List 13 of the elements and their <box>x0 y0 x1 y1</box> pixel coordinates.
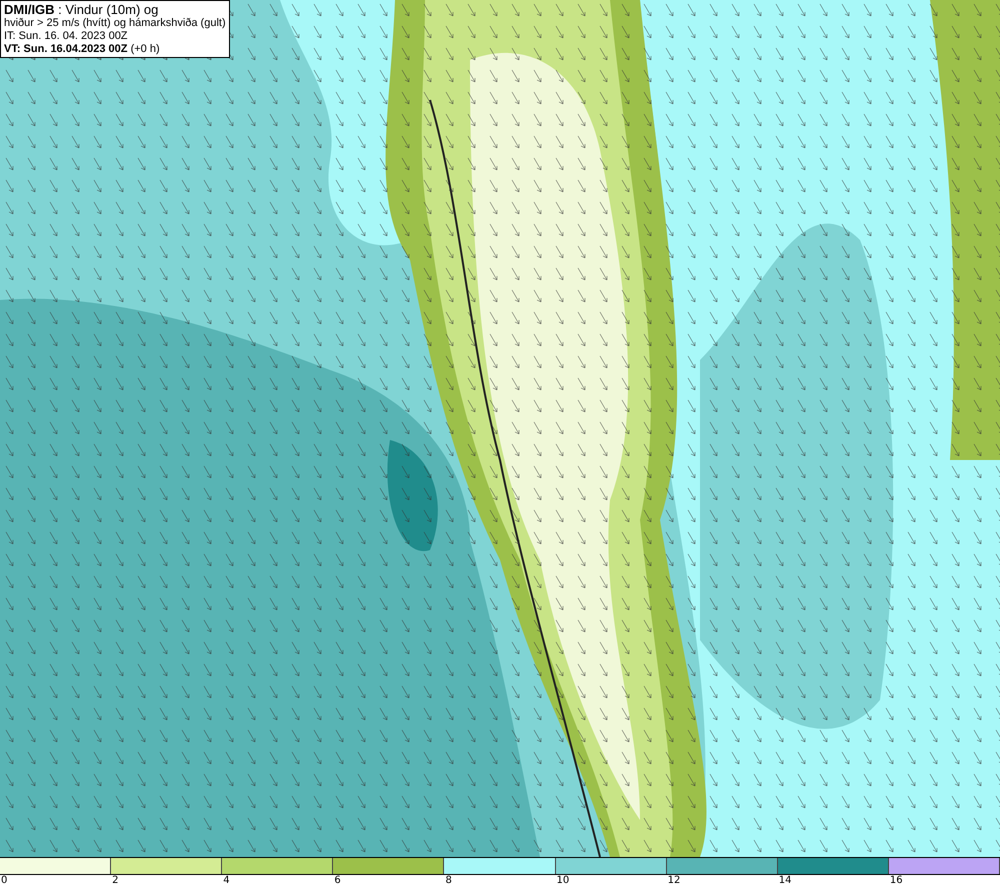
scale-label: 14 <box>778 875 792 887</box>
scale-label: 4 <box>222 875 230 887</box>
info-text: VT: Sun. 16.04.2023 00Z (+0 h) <box>4 43 161 56</box>
scale-label: 10 <box>556 875 570 887</box>
scale-label: 0 <box>0 875 8 887</box>
scale-label: 16 <box>888 875 903 887</box>
info-text: IT: Sun. 16. 04. 2023 00Z <box>4 30 129 43</box>
scale-label: 8 <box>444 875 452 887</box>
info-text: DMI/IGB : Vindur (10m) og <box>4 2 160 17</box>
scale-label: 6 <box>333 875 341 887</box>
scale-label: 2 <box>111 875 118 887</box>
scale-label: 12 <box>666 875 680 887</box>
info-text: hviður > 25 m/s (hvítt) og hámarkshviða (gult) <box>4 17 226 30</box>
